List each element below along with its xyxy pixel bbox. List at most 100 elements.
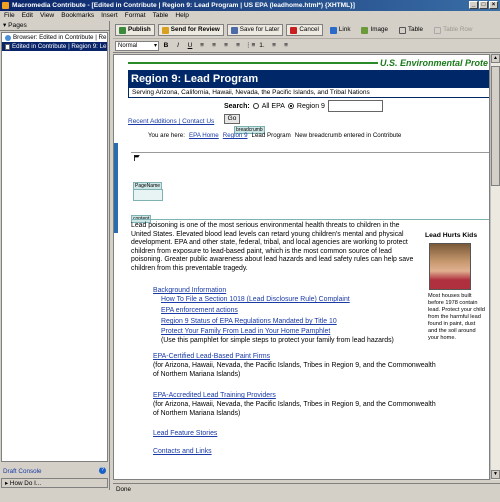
bold-button[interactable]: B [161, 41, 171, 51]
cancel-icon [290, 26, 298, 34]
editor-scrollbar[interactable]: ▲ ▼ [490, 54, 500, 480]
pamphlet-note: (Use this pamphlet for simple steps to p… [161, 337, 394, 344]
cancel-button[interactable]: Cancel [286, 24, 323, 36]
mail-icon [161, 26, 169, 34]
page-editor[interactable]: U.S. Environmental Prote Region 9: Lead … [113, 54, 490, 480]
document-icon [5, 43, 10, 50]
background-info-link[interactable]: Background Information [153, 286, 443, 295]
indent-icon[interactable]: ≡ [281, 41, 291, 51]
table-row-icon [434, 26, 442, 34]
main-toolbar: Publish Send for Review Save for Later C… [113, 22, 500, 39]
outdent-icon[interactable]: ≡ [269, 41, 279, 51]
child-photo [429, 243, 471, 290]
window-title: Macromedia Contribute - [Edited in Contr… [12, 2, 355, 9]
utility-links: Recent Additions | Contact Us [128, 118, 215, 125]
search-input[interactable] [327, 100, 383, 112]
table-icon [399, 26, 406, 34]
search-label: Search: [224, 102, 250, 110]
contact-us-link[interactable]: Contact Us [182, 118, 214, 125]
draft-console-link[interactable]: Draft Console ? [0, 467, 110, 477]
justify-icon[interactable]: ≡ [233, 41, 243, 51]
publish-button[interactable]: Publish [115, 24, 155, 36]
align-right-icon[interactable]: ≡ [221, 41, 231, 51]
italic-button[interactable]: I [173, 41, 183, 51]
section-1018-link[interactable]: How To File a Section 1018 (Lead Disclos… [161, 295, 451, 304]
page-subbanner: Serving Arizona, California, Hawaii, Nev… [128, 88, 489, 98]
agency-rule [128, 62, 378, 64]
pages-pane-header[interactable]: ▾ Pages [0, 21, 109, 31]
save-for-later-button[interactable]: Save for Later [226, 24, 284, 36]
pages-list: Browser: Edited in Contribute | Re Edite… [1, 32, 108, 462]
bullet-list-icon[interactable]: ⋮≡ [245, 41, 255, 51]
link-button[interactable]: Link [326, 24, 355, 36]
menu-help[interactable]: Help [175, 11, 189, 21]
menu-insert[interactable]: Insert [101, 11, 118, 21]
breadcrumb-epa-home[interactable]: EPA Home [189, 132, 219, 139]
how-do-i-pane-header[interactable]: ▸ How Do I... [1, 478, 108, 488]
pagename-region[interactable] [133, 189, 163, 201]
globe-icon [5, 34, 11, 41]
status-bar: Done [113, 483, 500, 495]
menu-bar: File Edit View Bookmarks Insert Format T… [0, 11, 500, 21]
aside-title: Lead Hurts Kids [425, 232, 478, 239]
menu-edit[interactable]: Edit [22, 11, 33, 21]
sidebar: ▾ Pages Browser: Edited in Contribute | … [0, 21, 110, 490]
agency-header: U.S. Environmental Prote [128, 58, 488, 68]
radio-region9[interactable] [287, 103, 294, 109]
pamphlet-link[interactable]: Protect Your Family From Lead in Your Ho… [161, 327, 451, 336]
search-form: Search: All EPA Region 9 [224, 100, 424, 112]
numbered-list-icon[interactable]: 1. [257, 41, 267, 51]
breadcrumb-region9[interactable]: Region 9 [223, 132, 248, 139]
training-providers-link[interactable]: EPA-Accredited Lead Training Providers [153, 391, 443, 400]
intro-paragraph: Lead poisoning is one of the most seriou… [131, 222, 414, 272]
table-row-button[interactable]: Table Row [430, 24, 476, 36]
publish-icon [119, 26, 126, 34]
page-banner: Region 9: Lead Program [128, 70, 489, 88]
page-item-browser[interactable]: Browser: Edited in Contribute | Re [2, 33, 107, 42]
send-for-review-button[interactable]: Send for Review [157, 24, 224, 36]
left-accent-strip [114, 143, 118, 233]
scroll-thumb[interactable] [491, 66, 500, 186]
menu-format[interactable]: Format [125, 11, 146, 21]
menu-table[interactable]: Table [153, 11, 169, 21]
recent-additions-link[interactable]: Recent Additions [128, 118, 177, 125]
breadcrumb: You are here: EPA Home Region 9 Lead Pro… [148, 132, 401, 139]
agency-name: U.S. Environmental Prote [379, 58, 488, 68]
radio-region9-label: Region 9 [296, 102, 325, 110]
close-icon[interactable]: × [489, 1, 498, 9]
you-are-here-label: You are here: [148, 132, 185, 139]
go-button[interactable]: Go [224, 114, 240, 124]
minimize-icon[interactable]: _ [469, 1, 478, 9]
editable-region-box [131, 152, 489, 214]
paint-firms-link[interactable]: EPA-Certified Lead-Based Paint Firms [153, 352, 443, 361]
link-icon [329, 26, 337, 34]
format-toolbar: Normal B I U ≡ ≡ ≡ ≡ ⋮≡ 1. ≡ ≡ [113, 40, 500, 53]
image-button[interactable]: Image [357, 24, 392, 36]
help-icon[interactable]: ? [99, 467, 106, 474]
menu-file[interactable]: File [4, 11, 15, 21]
radio-all-epa[interactable] [252, 103, 259, 109]
scroll-down-icon[interactable]: ▼ [491, 470, 500, 479]
table-button[interactable]: Table [395, 24, 427, 36]
align-left-icon[interactable]: ≡ [197, 41, 207, 51]
menu-bookmarks[interactable]: Bookmarks [61, 11, 94, 21]
content-region-rule [131, 219, 489, 220]
paragraph-style-select[interactable]: Normal [115, 41, 159, 51]
paint-firms-note: (for Arizona, Hawaii, Nevada, the Pacifi… [153, 362, 436, 378]
breadcrumb-note: New breadcrumb entered in Contribute [294, 132, 402, 139]
underline-button[interactable]: U [185, 41, 195, 51]
feature-stories-link[interactable]: Lead Feature Stories [153, 429, 443, 438]
image-icon [361, 26, 369, 34]
maximize-icon[interactable]: □ [479, 1, 488, 9]
breadcrumb-lead-program: Lead Program [251, 132, 291, 139]
contacts-links-link[interactable]: Contacts and Links [153, 447, 443, 456]
radio-all-epa-label: All EPA [261, 102, 285, 110]
menu-view[interactable]: View [40, 11, 54, 21]
app-icon [2, 2, 9, 9]
save-icon [230, 26, 238, 34]
align-center-icon[interactable]: ≡ [209, 41, 219, 51]
page-item-draft[interactable]: Edited in Contribute | Region 9: Le [2, 42, 107, 51]
title10-link[interactable]: Region 9 Status of EPA Regulations Manda… [161, 317, 451, 326]
scroll-up-icon[interactable]: ▲ [491, 54, 500, 63]
enforcement-link[interactable]: EPA enforcement actions [161, 306, 451, 315]
